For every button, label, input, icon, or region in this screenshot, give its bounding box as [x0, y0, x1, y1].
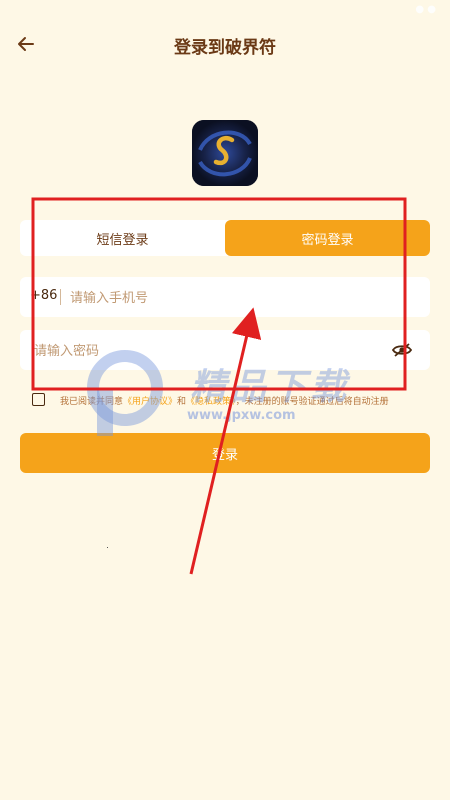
phone-field: +86	[20, 277, 430, 319]
agreement-row: 我已阅读并同意《用户协议》和《隐私政策》，未注册的账号验证通过后将自动注册	[32, 393, 442, 411]
password-field	[20, 330, 430, 372]
speck	[107, 547, 108, 548]
agreement-and: 和	[177, 397, 187, 407]
page-title: 登录到破界符	[174, 38, 276, 58]
agree-checkbox[interactable]	[32, 393, 45, 406]
privacy-policy-link[interactable]: 《隐私政策》	[186, 397, 236, 407]
agreement-suffix: ，未注册的账号验证通过后将自动注册	[235, 397, 389, 407]
agreement-text: 我已阅读并同意《用户协议》和《隐私政策》，未注册的账号验证通过后将自动注册	[60, 394, 389, 407]
tab-password-login[interactable]: 密码登录	[225, 220, 430, 256]
login-button[interactable]: 登录	[20, 433, 430, 473]
status-indicator: ● ●	[415, 4, 436, 15]
eye-hidden-icon[interactable]	[392, 342, 412, 358]
divider	[60, 289, 61, 305]
tab-sms-login[interactable]: 短信登录	[20, 220, 225, 256]
country-code[interactable]: +86	[30, 288, 57, 303]
password-input[interactable]	[32, 330, 386, 372]
user-agreement-link[interactable]: 《用户协议》	[123, 397, 177, 407]
phone-input[interactable]	[68, 277, 412, 319]
app-header: 登录到破界符	[0, 22, 450, 66]
login-tabs: 短信登录 密码登录	[20, 220, 430, 256]
app-logo	[192, 120, 258, 186]
agreement-prefix: 我已阅读并同意	[60, 397, 124, 407]
